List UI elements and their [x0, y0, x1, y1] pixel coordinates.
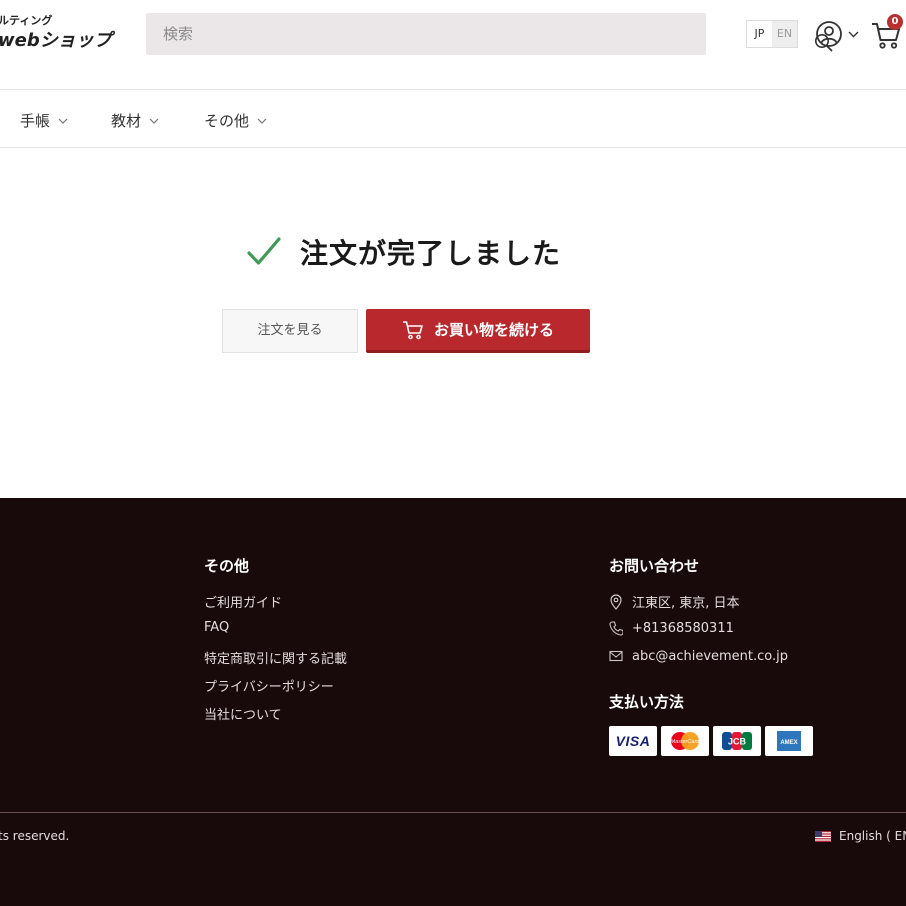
chevron-down-icon — [848, 31, 859, 38]
nav-item-label: 教材 — [111, 112, 142, 130]
footer-link-about[interactable]: 当社について — [204, 704, 282, 723]
lang-en-option[interactable]: EN — [772, 21, 797, 47]
nav-item-label: 手帳 — [20, 112, 51, 130]
svg-text:AMEX: AMEX — [780, 740, 797, 746]
continue-shopping-button[interactable]: お買い物を続ける — [366, 309, 590, 353]
view-order-button[interactable]: 注文を見る — [222, 309, 358, 353]
mail-icon — [609, 650, 623, 662]
footer-contact-heading: お問い合わせ — [609, 557, 700, 575]
cart-count-badge: 0 — [887, 14, 903, 30]
site-footer: その他 ご利用ガイド FAQ 特定商取引に関する記載 プライバシーポリシー 当社… — [0, 498, 906, 906]
contact-address-text: 江東区, 東京, 日本 — [632, 596, 740, 611]
user-icon — [816, 21, 842, 47]
contact-email-text: abc@achievement.co.jp — [632, 648, 789, 664]
page-title: 注文が完了しました — [300, 237, 562, 270]
visa-logo-text: VISA — [615, 733, 651, 749]
footer-payment-heading: 支払い方法 — [609, 693, 685, 711]
svg-text:MasterCard: MasterCard — [671, 739, 701, 745]
chevron-down-icon — [58, 118, 68, 124]
search-bar — [146, 13, 833, 55]
chevron-down-icon — [149, 118, 159, 124]
footer-language-label: English ( EN — [839, 829, 906, 843]
contact-phone-text: +81368580311 — [632, 620, 734, 636]
visa-card-logo: VISA — [609, 726, 657, 756]
logo-main-text: webショップ — [0, 30, 112, 51]
mastercard-logo: MasterCard — [661, 726, 709, 756]
continue-shopping-label: お買い物を続ける — [433, 321, 554, 339]
amex-card-logo: AMEX — [765, 726, 813, 756]
payment-methods: VISA MasterCard JCB AMEX — [609, 726, 813, 756]
site-header: ルティング webショップ JP EN — [0, 0, 906, 90]
footer-link-commerce-law[interactable]: 特定商取引に関する記載 — [204, 648, 347, 667]
location-pin-icon — [610, 593, 622, 610]
footer-link-faq[interactable]: FAQ — [204, 620, 229, 635]
site-logo[interactable]: ルティング webショップ — [0, 10, 120, 56]
footer-link-guide[interactable]: ご利用ガイド — [204, 592, 282, 611]
footer-language-selector[interactable]: English ( EN — [815, 829, 906, 843]
footer-other-heading: その他 — [204, 557, 250, 575]
contact-email[interactable]: abc@achievement.co.jp — [609, 648, 788, 664]
contact-phone[interactable]: +81368580311 — [609, 620, 734, 636]
cart-button[interactable]: 0 — [870, 14, 906, 52]
nav-item-label: その他 — [204, 112, 250, 130]
nav-item-planner[interactable]: 手帳 — [20, 110, 68, 131]
us-flag-icon — [815, 830, 831, 842]
nav-item-other[interactable]: その他 — [204, 110, 267, 131]
footer-link-privacy[interactable]: プライバシーポリシー — [204, 676, 334, 695]
lang-jp-option[interactable]: JP — [747, 21, 772, 47]
phone-icon — [609, 621, 623, 636]
contact-address: 江東区, 東京, 日本 — [609, 592, 740, 611]
order-complete-message: 注文が完了しました — [246, 232, 561, 272]
chevron-down-icon — [257, 118, 267, 124]
checkmark-icon — [247, 237, 281, 265]
language-switch: JP EN — [746, 20, 798, 48]
cart-icon — [402, 320, 423, 339]
copyright-text: ts reserved. — [0, 829, 70, 843]
main-nav: 手帳 教材 その他 — [0, 91, 906, 148]
footer-divider — [0, 812, 906, 813]
nav-item-materials[interactable]: 教材 — [111, 110, 159, 131]
svg-text:JCB: JCB — [728, 737, 747, 747]
jcb-card-logo: JCB — [713, 726, 761, 756]
search-input[interactable] — [146, 13, 656, 55]
account-menu[interactable] — [816, 20, 862, 48]
